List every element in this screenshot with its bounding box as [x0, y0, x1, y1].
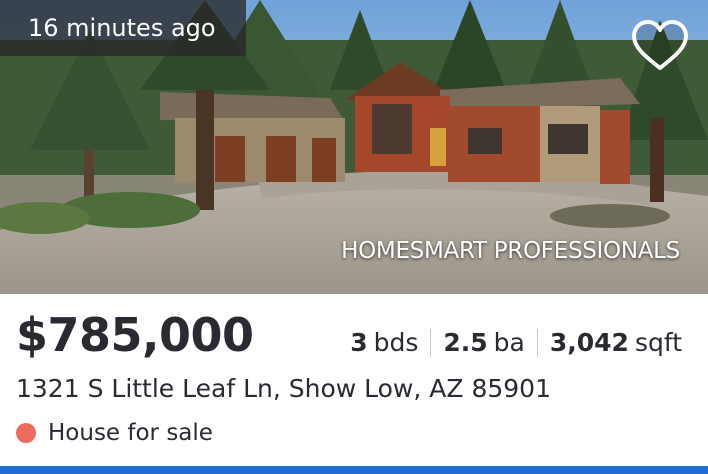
status-text: House for sale — [48, 420, 213, 446]
fact-divider — [536, 328, 538, 357]
beds-unit: bds — [373, 328, 419, 357]
heart-outline-icon — [632, 20, 688, 70]
listing-card[interactable]: 16 minutes ago HOMESMART PROFESSIONALS $… — [0, 0, 708, 474]
baths-unit: ba — [493, 328, 525, 357]
listing-address[interactable]: 1321 S Little Leaf Ln, Show Low, AZ 8590… — [16, 374, 551, 403]
fact-divider — [430, 328, 432, 357]
baths-value: 2.5 — [443, 328, 488, 357]
home-facts: 3 bds 2.5 ba 3,042 sqft — [350, 328, 682, 357]
sqft-fact: 3,042 sqft — [550, 328, 682, 357]
beds-value: 3 — [350, 328, 368, 357]
accent-bar — [0, 466, 708, 474]
beds-fact: 3 bds — [350, 328, 418, 357]
listing-info: $785,000 3 bds 2.5 ba 3,042 sqft 1321 S … — [0, 294, 708, 474]
sqft-unit: sqft — [634, 328, 682, 357]
listing-status: House for sale — [16, 420, 213, 446]
sqft-value: 3,042 — [549, 328, 629, 357]
time-posted-badge: 16 minutes ago — [0, 0, 246, 56]
listing-price: $785,000 — [16, 308, 254, 362]
time-posted-text: 16 minutes ago — [28, 14, 216, 42]
brokerage-name: HOMESMART PROFESSIONALS — [341, 238, 680, 264]
listing-photo[interactable]: 16 minutes ago HOMESMART PROFESSIONALS — [0, 0, 708, 294]
favorite-button[interactable] — [628, 16, 692, 76]
baths-fact: 2.5 ba — [443, 328, 525, 357]
status-dot-icon — [16, 423, 36, 443]
